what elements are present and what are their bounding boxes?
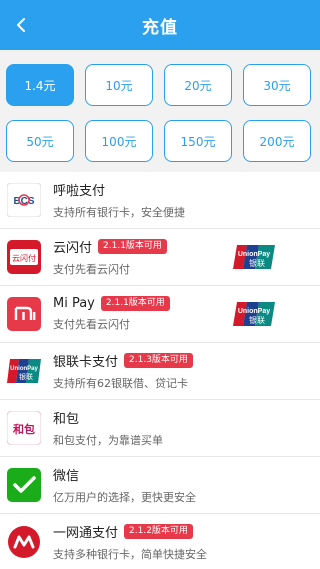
wechat-icon	[7, 468, 41, 502]
amount-option-100[interactable]: 100元	[85, 120, 153, 162]
hebao-logo-text: 和包	[13, 422, 35, 436]
payment-item-hebao[interactable]: 和包 和包 和包支付，为靠谱买单	[0, 400, 320, 457]
version-badge: 2.1.3版本可用	[124, 353, 193, 368]
payment-item-cmb[interactable]: 一网通支付 2.1.2版本可用 支持多种银行卡，简单快捷安全	[0, 514, 320, 569]
payment-desc: 支持所有银行卡，安全便捷	[53, 206, 185, 219]
hebao-icon: 和包	[7, 411, 41, 445]
amount-option-1-4[interactable]: 1.4元	[6, 64, 74, 106]
unionpay-text: UnionPay	[10, 366, 38, 372]
payment-item-hula[interactable]: BCS 呼啦支付 支持所有银行卡，安全便捷	[0, 172, 320, 229]
payment-item-unionpay-card[interactable]: UnionPay 银联 银联卡支付 2.1.3版本可用 支持所有62银联借、贷记…	[0, 343, 320, 400]
quickpass-logo-text: 云闪付	[12, 253, 36, 263]
unionpay-logo-icon: UnionPay 银联	[233, 243, 275, 271]
version-badge: 2.1.1版本可用	[100, 296, 170, 311]
unionpay-card-icon: UnionPay 银联	[7, 354, 41, 388]
unionpay-text: UnionPay	[238, 308, 270, 315]
payment-name: 和包	[53, 412, 80, 427]
back-arrow-icon	[17, 18, 25, 32]
top-bar: 充值	[0, 0, 320, 50]
bcs-icon: BCS	[7, 183, 41, 217]
payment-desc: 亿万用户的选择，更快更安全	[53, 491, 196, 504]
payment-method-list: BCS 呼啦支付 支持所有银行卡，安全便捷 云闪付 云闪付 2.1.1版本可用	[0, 172, 320, 569]
page-title: 充值	[142, 17, 178, 38]
amount-option-150[interactable]: 150元	[164, 120, 232, 162]
quickpass-icon: 云闪付	[7, 240, 41, 274]
payment-name: 呼啦支付	[53, 184, 106, 199]
payment-desc: 支付先看云闪付	[53, 318, 130, 331]
payment-desc: 支付先看云闪付	[53, 263, 130, 276]
payment-item-quickpass[interactable]: 云闪付 云闪付 2.1.1版本可用 支付先看云闪付 UnionPay 银联	[0, 229, 320, 286]
payment-desc: 支持所有62银联借、贷记卡	[53, 377, 188, 390]
amount-option-50[interactable]: 50元	[6, 120, 74, 162]
unionpay-text: UnionPay	[238, 251, 270, 258]
version-badge: 2.1.1版本可用	[98, 239, 167, 254]
amount-option-30[interactable]: 30元	[243, 64, 311, 106]
payment-desc: 支持多种银行卡，简单快捷安全	[53, 548, 207, 561]
payment-name: 银联卡支付	[53, 355, 119, 370]
payment-name: 一网通支付	[53, 526, 119, 541]
amount-option-10[interactable]: 10元	[85, 64, 153, 106]
amount-grid: 1.4元 10元 20元 30元 50元 100元 150元 200元	[0, 50, 320, 172]
payment-name: 云闪付	[53, 241, 93, 256]
cmb-icon	[7, 525, 41, 559]
unionpay-logo-icon: UnionPay 银联	[233, 300, 275, 328]
payment-desc: 和包支付，为靠谱买单	[53, 434, 163, 447]
unionpay-cn-text: 银联	[19, 372, 33, 381]
payment-name: 微信	[53, 469, 80, 484]
unionpay-cn-text: 银联	[249, 315, 265, 325]
unionpay-cn-text: 银联	[249, 258, 265, 268]
payment-name: Mi Pay	[53, 296, 95, 311]
payment-item-wechat[interactable]: 微信 亿万用户的选择，更快更安全	[0, 457, 320, 514]
amount-option-200[interactable]: 200元	[243, 120, 311, 162]
payment-item-mipay[interactable]: Mi Pay 2.1.1版本可用 支付先看云闪付 UnionPay 银联	[0, 286, 320, 343]
mi-icon	[7, 297, 41, 331]
version-badge: 2.1.2版本可用	[124, 524, 193, 539]
amount-option-20[interactable]: 20元	[164, 64, 232, 106]
back-button[interactable]	[6, 10, 36, 40]
